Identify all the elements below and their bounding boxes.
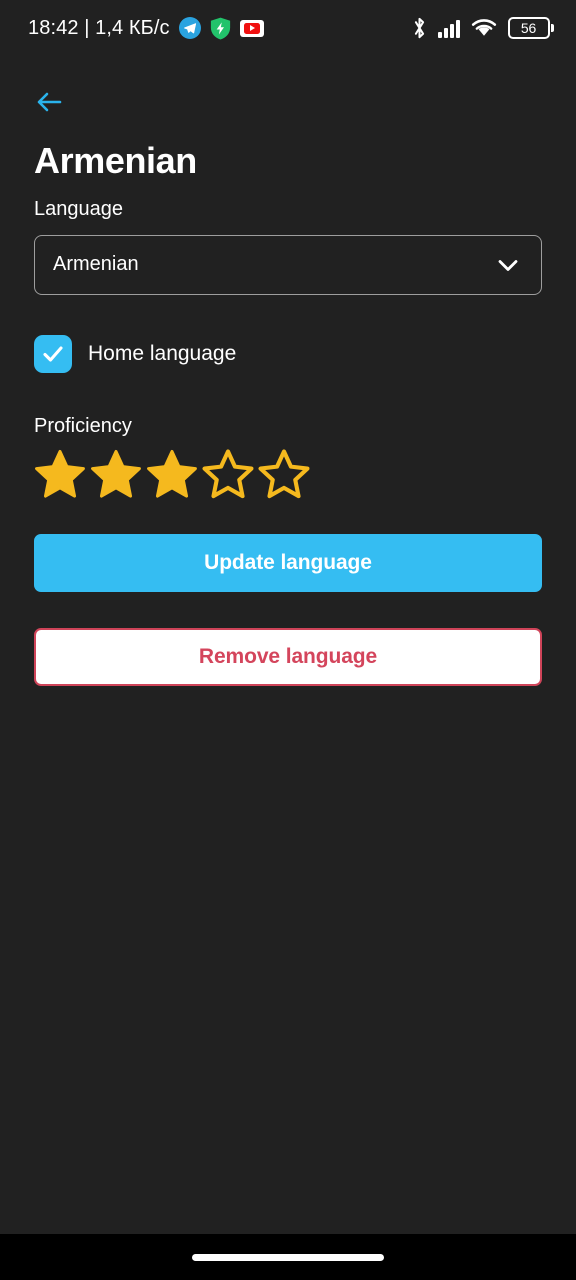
status-bar: 18:42 | 1,4 КБ/с 56 — [0, 0, 576, 56]
star-icon-1[interactable] — [34, 448, 86, 500]
cellular-signal-icon — [437, 18, 460, 38]
bluetooth-icon — [414, 17, 424, 39]
chevron-down-icon — [498, 259, 518, 271]
header-bar — [34, 56, 542, 120]
check-icon — [43, 346, 63, 362]
phone-screen: 18:42 | 1,4 КБ/с 56 Armenian Language Ar… — [0, 0, 576, 1280]
star-icon-3[interactable] — [146, 448, 198, 500]
page-title: Armenian — [34, 140, 197, 181]
home-language-checkbox[interactable] — [34, 334, 72, 373]
wifi-icon — [471, 19, 496, 36]
back-button[interactable] — [34, 80, 78, 124]
proficiency-label: Proficiency — [34, 414, 132, 437]
battery-icon: 56 — [507, 17, 554, 39]
home-language-checkbox-row[interactable]: Home language — [34, 334, 542, 373]
star-icon-4[interactable] — [202, 448, 254, 500]
status-bar-left: 18:42 | 1,4 КБ/с — [28, 17, 264, 40]
remove-language-button[interactable]: Remove language — [34, 627, 542, 686]
star-icon-5[interactable] — [258, 448, 310, 500]
youtube-icon — [239, 19, 264, 37]
main-content: Armenian Language Armenian Home language… — [0, 56, 576, 1234]
star-icon-2[interactable] — [90, 448, 142, 500]
battery-level-text: 56 — [520, 20, 537, 36]
home-gesture-pill[interactable] — [192, 1253, 384, 1261]
language-field-label: Language — [34, 197, 123, 220]
status-bar-right: 56 — [412, 16, 554, 40]
arrow-left-icon — [37, 92, 62, 112]
language-select-value: Armenian — [53, 253, 139, 276]
update-language-button[interactable]: Update language — [34, 533, 542, 592]
status-clock: 18:42 | 1,4 КБ/с — [28, 16, 170, 39]
shield-icon — [210, 17, 230, 39]
telegram-icon — [178, 17, 201, 39]
navigation-bar — [0, 1234, 576, 1280]
home-language-label: Home language — [88, 341, 237, 365]
proficiency-rating[interactable] — [34, 448, 542, 500]
language-select[interactable]: Armenian — [34, 234, 542, 295]
